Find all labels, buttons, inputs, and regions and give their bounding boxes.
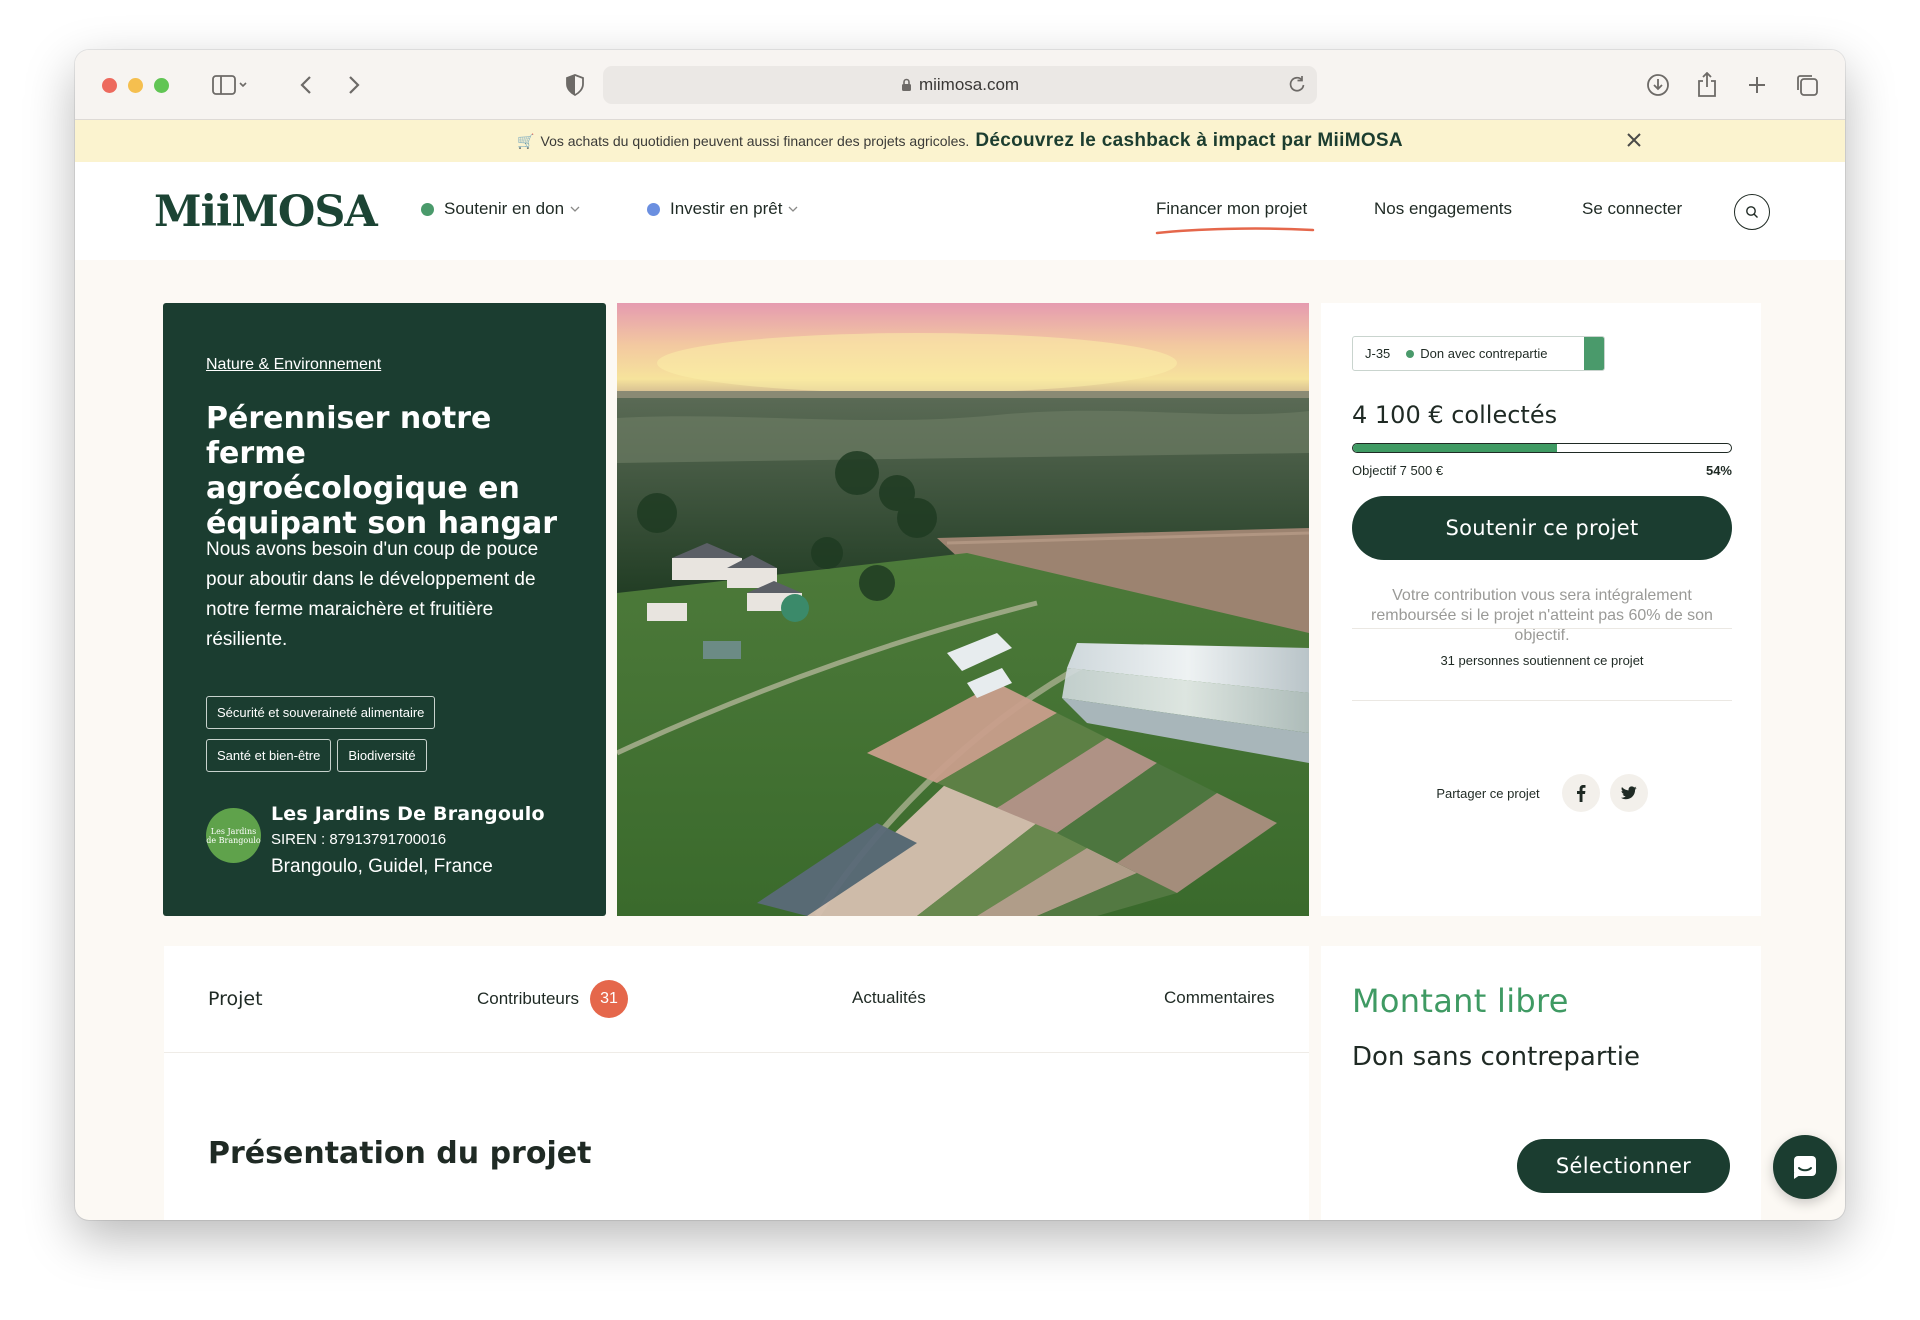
tab-actualites[interactable]: Actualités — [852, 988, 926, 1008]
address-bar[interactable]: miimosa.com — [603, 66, 1317, 104]
banner-link[interactable]: Découvrez le cashback à impact par MiiMO… — [975, 130, 1403, 152]
download-icon[interactable] — [1643, 70, 1673, 100]
sidebar-toggle-icon[interactable] — [205, 70, 255, 100]
amount-collected: 4 100 € collectés — [1352, 401, 1558, 429]
search-icon — [1746, 206, 1758, 218]
site-header: MiiMOSA Soutenir en don Investir en prêt… — [75, 162, 1845, 260]
minimize-window-button[interactable] — [128, 78, 143, 93]
project-tabs-card: Projet Contributeurs 31 Actualités Comme… — [164, 946, 1309, 1220]
project-tags: Sécurité et souveraineté alimentaire San… — [206, 696, 576, 782]
support-project-button[interactable]: Soutenir ce projet — [1352, 496, 1732, 560]
reward-title: Montant libre — [1352, 982, 1569, 1020]
search-button[interactable] — [1734, 194, 1770, 230]
cart-icon: 🛒 — [517, 132, 535, 149]
status-dot — [1406, 349, 1415, 358]
close-icon[interactable] — [1623, 129, 1645, 151]
facebook-icon — [1576, 785, 1586, 802]
campaign-type: Don avec contrepartie — [1420, 346, 1548, 361]
promo-banner: 🛒 Vos achats du quotidien peuvent aussi … — [75, 120, 1845, 162]
category-link[interactable]: Nature & Environnement — [206, 356, 381, 374]
campaign-badge: J-35 Don avec contrepartie — [1352, 336, 1605, 371]
miimosa-logo[interactable]: MiiMOSA — [154, 187, 378, 237]
funding-progress-bar — [1352, 443, 1732, 453]
banner-text: Vos achats du quotidien peuvent aussi fi… — [540, 133, 970, 149]
divider — [1352, 628, 1732, 629]
chat-icon — [1794, 1156, 1816, 1179]
funding-card: J-35 Don avec contrepartie 4 100 € colle… — [1321, 303, 1761, 916]
active-underline — [1155, 227, 1315, 235]
tag-securite-alimentaire[interactable]: Sécurité et souveraineté alimentaire — [206, 696, 436, 729]
nav-nos-engagements[interactable]: Nos engagements — [1374, 199, 1512, 219]
tab-commentaires[interactable]: Commentaires — [1164, 988, 1275, 1008]
refund-notice: Votre contribution vous sera intégraleme… — [1371, 587, 1713, 644]
browser-toolbar: miimosa.com — [75, 50, 1845, 120]
facebook-share-button[interactable] — [1561, 774, 1600, 812]
chevron-down-icon — [788, 205, 798, 213]
tag-sante-bien-etre[interactable]: Santé et bien-être — [206, 739, 332, 772]
project-title: Pérenniser notre ferme agroécologique en… — [206, 401, 558, 541]
tab-label: Contributeurs — [477, 989, 580, 1008]
organization-location: Brangoulo, Guidel, France — [271, 856, 493, 877]
organization-logo[interactable]: Les Jardins de Brangoulo — [206, 808, 261, 863]
lock-icon — [901, 78, 912, 92]
nav-label: Investir en prêt — [670, 199, 783, 218]
section-title: Présentation du projet — [208, 1136, 592, 1171]
reward-card: Montant libre Don sans contrepartie Séle… — [1321, 946, 1761, 1220]
days-left: J-35 — [1365, 346, 1391, 361]
share-label: Partager ce projet — [1436, 785, 1540, 801]
divider — [1352, 700, 1732, 701]
nav-dot-blue — [647, 202, 660, 216]
funding-goal: Objectif 7 500 € — [1352, 463, 1444, 478]
twitter-share-button[interactable] — [1609, 774, 1648, 812]
contributors-count-badge: 31 — [590, 980, 629, 1018]
tabs-divider — [164, 1052, 1309, 1053]
back-icon[interactable] — [291, 70, 321, 100]
reload-icon[interactable] — [1287, 74, 1307, 94]
nav-soutenir-en-don[interactable]: Soutenir en don — [421, 199, 580, 219]
zoom-window-button[interactable] — [154, 78, 169, 93]
funding-percent: 54% — [1705, 463, 1732, 478]
privacy-shield-icon[interactable] — [560, 70, 590, 100]
share-icon[interactable] — [1692, 70, 1722, 100]
project-hero-panel: Nature & Environnement Pérenniser notre … — [163, 303, 606, 916]
tab-contributeurs[interactable]: Contributeurs 31 — [477, 980, 629, 1018]
chat-support-button[interactable] — [1773, 1135, 1837, 1199]
new-tab-icon[interactable] — [1742, 70, 1772, 100]
tag-biodiversite[interactable]: Biodiversité — [337, 739, 427, 772]
twitter-icon — [1620, 786, 1637, 800]
select-reward-button[interactable]: Sélectionner — [1517, 1139, 1730, 1193]
organization-siren: SIREN : 87913791700016 — [271, 831, 447, 848]
url-text: miimosa.com — [918, 75, 1020, 94]
nav-investir-en-pret[interactable]: Investir en prêt — [647, 199, 798, 219]
nav-se-connecter[interactable]: Se connecter — [1582, 199, 1682, 219]
project-hero-image — [617, 303, 1309, 916]
forward-icon[interactable] — [339, 70, 369, 100]
tab-projet[interactable]: Projet — [208, 988, 263, 1010]
close-window-button[interactable] — [102, 78, 117, 93]
funding-progress-fill — [1353, 444, 1558, 452]
organization-name[interactable]: Les Jardins De Brangoulo — [271, 803, 545, 825]
reward-subtitle: Don sans contrepartie — [1352, 1042, 1640, 1072]
share-row: Partager ce projet — [1352, 773, 1732, 813]
supporters-count[interactable]: 31 personnes soutiennent ce projet — [1352, 653, 1732, 668]
project-description: Nous avons besoin d'un coup de pouce pou… — [206, 539, 539, 650]
tab-overview-icon[interactable] — [1792, 70, 1822, 100]
nav-financer-mon-projet[interactable]: Financer mon projet — [1156, 199, 1307, 219]
nav-label: Soutenir en don — [444, 199, 565, 218]
nav-dot-green — [421, 202, 434, 216]
browser-window: miimosa.com 🛒 Vos achats du quotidien pe… — [75, 50, 1845, 1220]
badge-accent-strip — [1584, 337, 1604, 370]
chevron-down-icon — [570, 205, 580, 213]
